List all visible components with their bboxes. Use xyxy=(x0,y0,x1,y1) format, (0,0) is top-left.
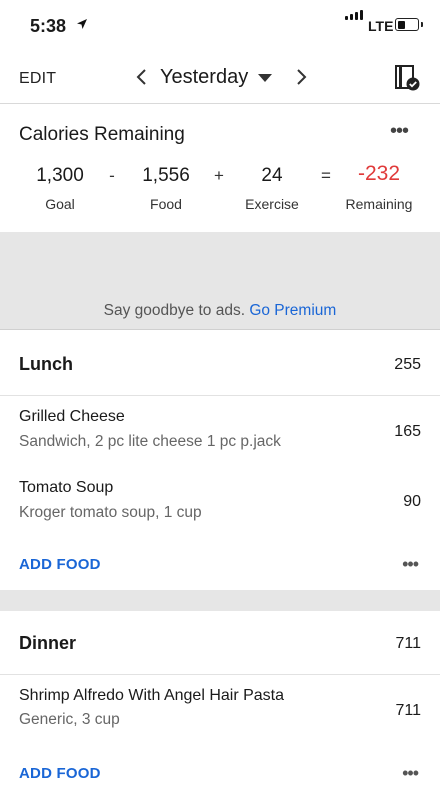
lunch-more-icon[interactable]: ••• xyxy=(402,554,419,575)
chevron-right-icon[interactable] xyxy=(293,68,309,86)
go-premium-link[interactable]: Go Premium xyxy=(249,302,336,319)
row-divider xyxy=(0,674,440,675)
calories-more-icon[interactable]: ••• xyxy=(390,120,409,143)
food-item-name[interactable]: Shrimp Alfredo With Angel Hair Pasta xyxy=(19,687,284,705)
add-food-button-dinner[interactable]: ADD FOOD xyxy=(19,765,101,782)
exercise-label: Exercise xyxy=(245,196,299,212)
network-label: LTE xyxy=(368,18,394,34)
goal-value: 1,300 xyxy=(36,165,84,186)
remaining-value: -232 xyxy=(357,162,401,185)
food-item-calories: 165 xyxy=(394,423,421,440)
edit-button[interactable]: EDIT xyxy=(19,70,56,88)
calories-title: Calories Remaining xyxy=(19,124,185,145)
food-label: Food xyxy=(150,196,182,212)
food-item-name[interactable]: Grilled Cheese xyxy=(19,408,125,426)
food-item-calories: 90 xyxy=(403,493,421,510)
add-food-button-lunch[interactable]: ADD FOOD xyxy=(19,556,101,573)
ad-message: Say goodbye to ads. Go Premium xyxy=(0,302,440,320)
plus-sign: + xyxy=(214,166,224,185)
minus-sign: - xyxy=(109,166,115,185)
food-item-name[interactable]: Tomato Soup xyxy=(19,479,113,497)
remaining-label: Remaining xyxy=(345,196,413,212)
caret-down-icon[interactable] xyxy=(258,74,272,82)
exercise-value: 24 xyxy=(261,165,283,186)
section-gap xyxy=(0,590,440,611)
food-item-desc[interactable]: Kroger tomato soup, 1 cup xyxy=(19,504,202,522)
date-selector[interactable]: Yesterday xyxy=(160,66,248,89)
diary-complete-icon[interactable] xyxy=(393,64,421,92)
meal-title-lunch: Lunch xyxy=(19,354,73,374)
meal-title-dinner: Dinner xyxy=(19,633,77,653)
row-divider xyxy=(0,395,440,396)
meal-total-dinner: 711 xyxy=(395,635,421,652)
chevron-left-icon[interactable] xyxy=(134,68,150,86)
ad-text: Say goodbye to ads. xyxy=(103,302,250,319)
equals-sign: = xyxy=(321,166,331,185)
battery-icon xyxy=(395,18,419,31)
food-item-calories: 711 xyxy=(395,702,421,719)
ad-divider xyxy=(0,329,440,330)
dinner-more-icon[interactable]: ••• xyxy=(402,763,419,784)
food-item-desc[interactable]: Generic, 3 cup xyxy=(19,711,120,729)
location-arrow-icon xyxy=(77,19,87,29)
header-divider xyxy=(0,103,440,104)
food-item-desc[interactable]: Sandwich, 2 pc lite cheese 1 pc p.jack xyxy=(19,433,281,451)
food-value: 1,556 xyxy=(142,165,190,186)
meal-total-lunch: 255 xyxy=(394,356,421,373)
status-time: 5:38 xyxy=(30,16,67,36)
goal-label: Goal xyxy=(45,196,75,212)
battery-tip xyxy=(421,22,423,27)
